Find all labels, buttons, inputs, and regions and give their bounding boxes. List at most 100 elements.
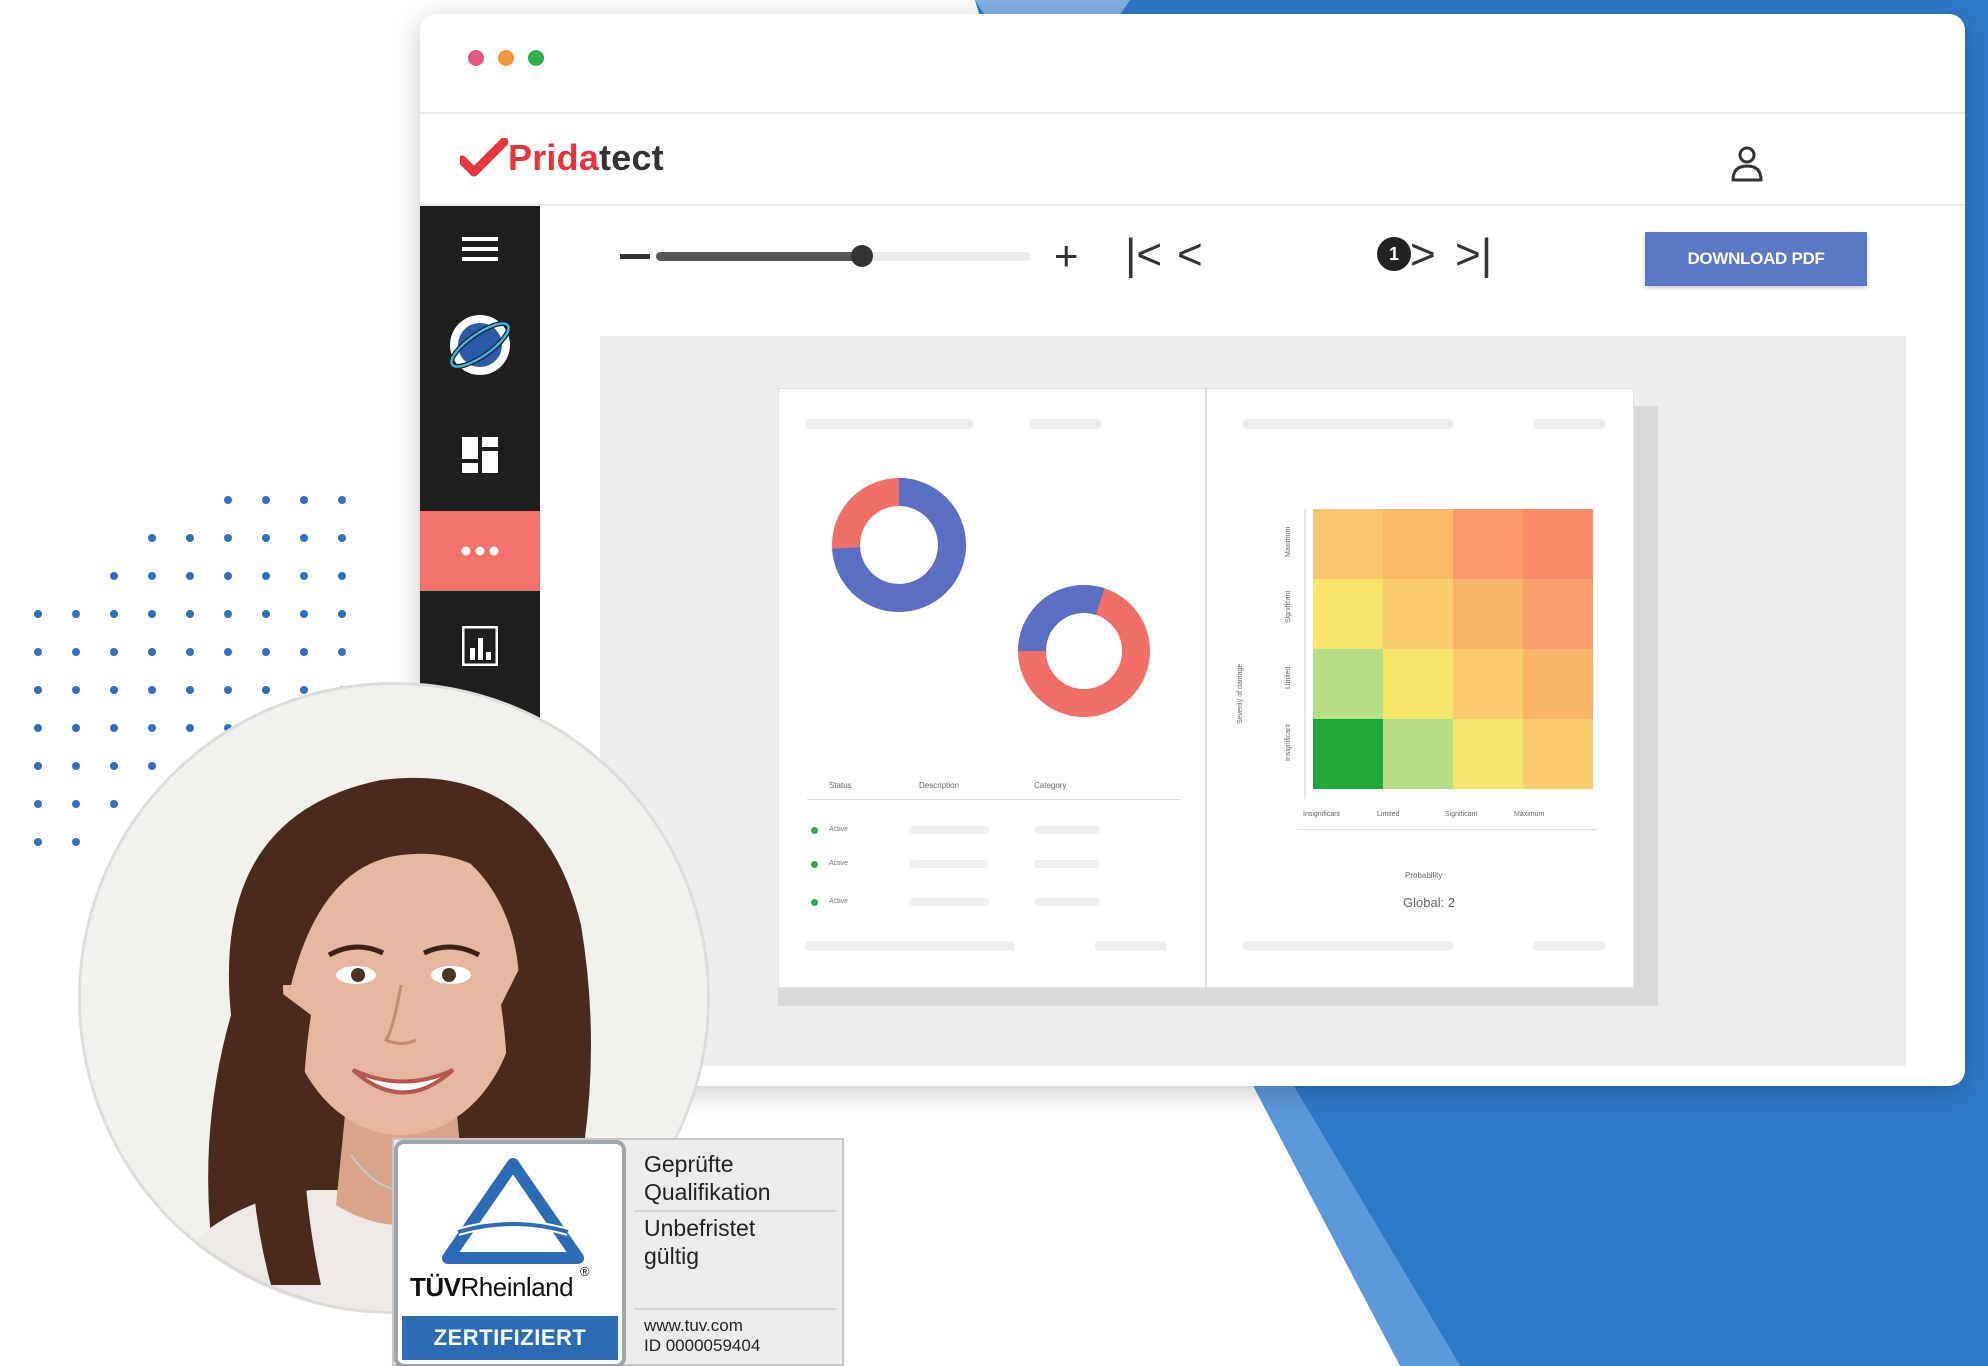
tuv-triangle-icon [442, 1158, 584, 1264]
badge-divider [634, 1210, 836, 1212]
close-window-button[interactable] [468, 50, 484, 66]
maximize-window-button[interactable] [528, 50, 544, 66]
registered-mark: ® [580, 1264, 590, 1279]
previous-page-button[interactable]: < [1177, 230, 1203, 280]
heatmap-x-label: Insignificant [1303, 811, 1340, 818]
zoom-slider[interactable] [656, 245, 1031, 267]
last-page-button[interactable]: >| [1455, 230, 1492, 280]
decorative-dot [262, 610, 270, 618]
status-text: Active [829, 898, 849, 905]
decorative-dot [338, 610, 346, 618]
donut-chart-1 [832, 478, 966, 612]
globe-icon [448, 315, 512, 375]
decorative-dot [300, 496, 308, 504]
document-viewer: Status Description Category Active Activ… [600, 336, 1906, 1066]
placeholder-footer-page [1095, 941, 1167, 951]
decorative-dot [72, 648, 80, 656]
decorative-dot [300, 534, 308, 542]
menu-icon [462, 236, 498, 261]
zoom-out-button[interactable] [620, 254, 650, 259]
badge-divider [634, 1308, 836, 1310]
decorative-dot [34, 724, 42, 732]
heatmap-cell [1383, 579, 1453, 649]
tuv-certification-badge: TÜVRheinland ® ZERTIFIZIERT Geprüfte Qua… [392, 1138, 844, 1366]
heatmap-cell [1313, 649, 1383, 719]
donut-chart-2 [1018, 585, 1150, 717]
main-content: + |< < 1 > >| DOWNLOAD PDF Status Descri… [540, 206, 1965, 1086]
decorative-dot [338, 648, 346, 656]
decorative-dot [110, 762, 118, 770]
pridatect-logo[interactable]: Pridatect [460, 138, 664, 178]
table-header-category: Category [1034, 781, 1067, 790]
decorative-dot [186, 534, 194, 542]
sidebar-item-menu[interactable] [420, 206, 540, 291]
decorative-dot [72, 838, 80, 846]
tuv-brand-name: TÜVRheinland [410, 1272, 574, 1302]
heatmap-cell [1383, 649, 1453, 719]
placeholder-footer [1243, 941, 1453, 951]
placeholder-description [909, 898, 989, 906]
placeholder-category [1034, 898, 1100, 906]
decorative-dot [300, 648, 308, 656]
dashboard-icon [462, 437, 498, 473]
decorative-dot [300, 610, 308, 618]
placeholder-meta [1029, 419, 1101, 429]
decorative-dot [224, 686, 232, 694]
placeholder-heading [1243, 419, 1453, 429]
sidebar-item-more[interactable] [420, 511, 540, 591]
first-page-button[interactable]: |< [1125, 230, 1162, 280]
window-titlebar [420, 14, 1965, 114]
next-page-button[interactable]: > [1410, 230, 1436, 280]
decorative-dot [338, 572, 346, 580]
minimize-window-button[interactable] [498, 50, 514, 66]
heatmap-x-label: Maximum [1514, 811, 1545, 818]
decorative-dot [34, 762, 42, 770]
decorative-dot [338, 496, 346, 504]
heatmap-y-label: Insignificant [1285, 724, 1292, 761]
decorative-dot [262, 534, 270, 542]
decorative-dot [262, 572, 270, 580]
decorative-dot [148, 762, 156, 770]
decorative-dot [110, 572, 118, 580]
decorative-dot [34, 648, 42, 656]
status-text: Active [829, 826, 849, 833]
badge-line-1: Geprüfte [644, 1151, 734, 1177]
sidebar-item-globe[interactable] [420, 291, 540, 399]
user-icon[interactable] [1729, 144, 1765, 184]
decorative-dot [148, 686, 156, 694]
decorative-dot [224, 648, 232, 656]
zoom-slider-fill [656, 252, 862, 261]
table-header-status: Status [829, 781, 852, 790]
status-dot [811, 861, 818, 868]
global-score: Global: 2 [1403, 895, 1456, 910]
heatmap-cell [1523, 719, 1593, 789]
decorative-dot [224, 610, 232, 618]
heatmap-y-title: Severity of damage [1237, 663, 1244, 724]
heatmap-x-label: Significant [1445, 811, 1478, 818]
decorative-dot [110, 686, 118, 694]
zoom-slider-handle[interactable] [851, 245, 873, 267]
sidebar-item-dashboard[interactable] [420, 399, 540, 511]
heatmap-cell [1453, 719, 1523, 789]
heatmap-cell [1383, 509, 1453, 579]
report-page-left: Status Description Category Active Activ… [778, 388, 1206, 988]
heatmap-cell [1453, 579, 1523, 649]
zoom-in-button[interactable]: + [1054, 235, 1079, 277]
decorative-dot [72, 800, 80, 808]
tuv-logo-box: TÜVRheinland ® ZERTIFIZIERT [394, 1140, 626, 1366]
heatmap-cell [1453, 509, 1523, 579]
certified-band: ZERTIFIZIERT [402, 1316, 618, 1360]
bar-chart-icon [462, 626, 498, 666]
decorative-dot [186, 572, 194, 580]
decorative-dot [300, 572, 308, 580]
download-pdf-button[interactable]: DOWNLOAD PDF [1645, 232, 1867, 286]
badge-url: www.tuv.com [644, 1316, 743, 1335]
decorative-dot [34, 610, 42, 618]
badge-line-3: Unbefristet [644, 1215, 756, 1241]
heatmap-y-label: Limited [1285, 666, 1292, 689]
decorative-dot [148, 648, 156, 656]
status-dot [811, 899, 818, 906]
decorative-dot [110, 800, 118, 808]
badge-id: ID 0000059404 [644, 1336, 761, 1355]
placeholder-category [1034, 860, 1100, 868]
